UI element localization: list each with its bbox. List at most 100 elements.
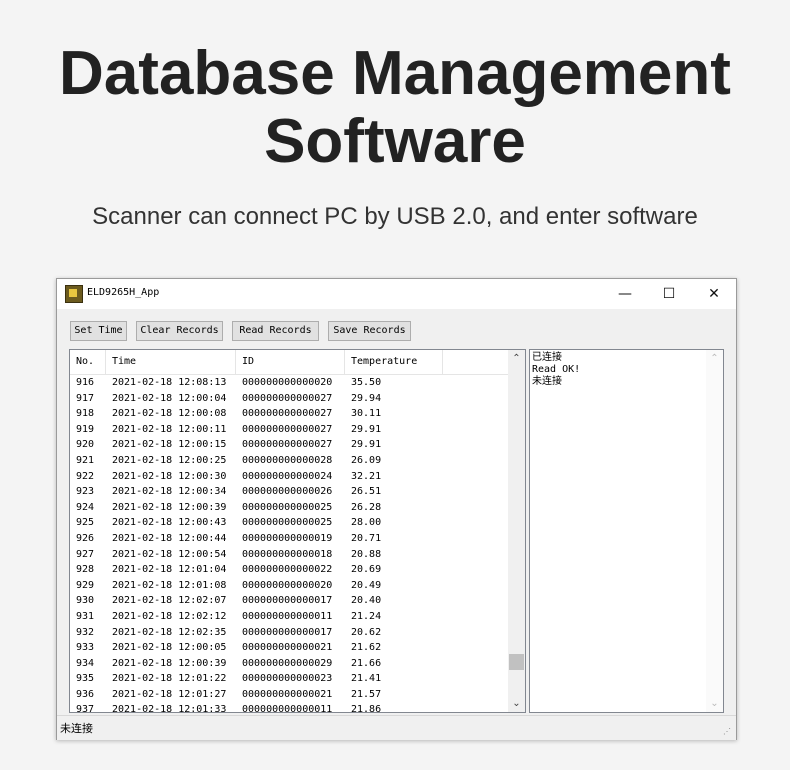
table-row[interactable]: 920 2021-02-18 12:00:15 000000000000027 29.… [70,437,508,453]
table-row[interactable]: 926 2021-02-18 12:00:44 000000000000019 20.… [70,531,508,547]
cell-temperature: 28.00 [351,517,382,529]
cell-temperature: 20.40 [351,595,382,607]
cell-id: 000000000000028 [242,454,333,466]
cell-id: 000000000000023 [242,673,333,685]
records-list[interactable]: No. Time ID Temperature 916 2021-02-18 12… [69,349,526,713]
log-scrollbar[interactable]: ⌃ ⌄ [706,350,723,712]
log-scroll-up-icon[interactable]: ⌃ [706,350,723,367]
table-row[interactable]: 928 2021-02-18 12:01:04 000000000000022 20.… [70,562,508,578]
cell-temperature: 29.94 [351,392,382,404]
cell-id: 000000000000027 [242,423,333,435]
app-window: ELD9265H_App — ☐ ✕ Set Time Clear Record… [56,278,737,740]
cell-no: 922 [76,470,95,482]
column-header-id[interactable]: ID [236,350,345,374]
cell-time: 2021-02-18 12:00:44 [112,532,227,544]
cell-id: 000000000000011 [242,610,333,622]
cell-temperature: 35.50 [351,377,382,388]
cell-no: 916 [76,377,95,388]
table-row[interactable]: 919 2021-02-18 12:00:11 000000000000027 29.… [70,422,508,438]
table-row[interactable]: 916 2021-02-18 12:08:13 000000000000020 35.… [70,375,508,391]
column-header-no[interactable]: No. [70,350,106,374]
cell-no: 917 [76,392,95,404]
table-row[interactable]: 934 2021-02-18 12:00:39 000000000000029 21.… [70,656,508,672]
title-bar[interactable]: ELD9265H_App — ☐ ✕ [57,279,736,309]
cell-no: 933 [76,642,95,654]
cell-no: 920 [76,439,95,451]
column-header-temperature[interactable]: Temperature [345,350,443,374]
cell-temperature: 29.91 [351,439,382,451]
log-lines: 已连接 Read OK! 未连接 [530,350,723,388]
cell-id: 000000000000024 [242,470,333,482]
table-row[interactable]: 924 2021-02-18 12:00:39 000000000000025 26.… [70,500,508,516]
cell-no: 928 [76,564,95,576]
headline-line-2: Software [264,107,526,176]
cell-id: 000000000000029 [242,657,333,669]
scroll-thumb[interactable] [509,654,524,670]
cell-time: 2021-02-18 12:01:22 [112,673,227,685]
cell-temperature: 30.11 [351,408,382,420]
log-scroll-down-icon[interactable]: ⌄ [706,695,723,712]
list-scrollbar[interactable]: ⌃ ⌄ [508,350,525,712]
table-row[interactable]: 933 2021-02-18 12:00:05 000000000000021 21.… [70,640,508,656]
list-header: No. Time ID Temperature [70,350,508,375]
cell-time: 2021-02-18 12:00:39 [112,501,227,513]
table-row[interactable]: 937 2021-02-18 12:01:33 000000000000011 21.… [70,702,508,713]
scroll-down-icon[interactable]: ⌄ [508,695,525,712]
cell-no: 935 [76,673,95,685]
log-box[interactable]: 已连接 Read OK! 未连接 ⌃ ⌄ [529,349,724,713]
cell-temperature: 20.49 [351,579,382,591]
cell-time: 2021-02-18 12:00:08 [112,408,227,420]
save-records-button[interactable]: Save Records [328,321,411,341]
cell-no: 927 [76,548,95,560]
cell-id: 000000000000011 [242,704,333,713]
log-line: 已连接 [532,352,562,363]
table-row[interactable]: 929 2021-02-18 12:01:08 000000000000020 20.… [70,578,508,594]
cell-no: 925 [76,517,95,529]
cell-time: 2021-02-18 12:01:08 [112,579,227,591]
read-records-button[interactable]: Read Records [232,321,319,341]
cell-temperature: 21.24 [351,610,382,622]
cell-time: 2021-02-18 12:02:35 [112,626,227,638]
cell-temperature: 20.71 [351,532,382,544]
cell-temperature: 20.62 [351,626,382,638]
table-row[interactable]: 921 2021-02-18 12:00:25 000000000000028 26.… [70,453,508,469]
cell-no: 921 [76,454,95,466]
table-row[interactable]: 927 2021-02-18 12:00:54 000000000000018 20.… [70,547,508,563]
cell-id: 000000000000020 [242,377,333,388]
cell-no: 932 [76,626,95,638]
status-bar: 未连接 ⋰ [57,715,736,740]
minimize-button[interactable]: — [603,279,647,309]
close-button[interactable]: ✕ [692,279,736,309]
window-title: ELD9265H_App [87,287,160,298]
list-rows: 916 2021-02-18 12:08:13 000000000000020 35.… [70,375,508,713]
cell-temperature: 26.28 [351,501,382,513]
cell-id: 000000000000025 [242,517,333,529]
cell-time: 2021-02-18 12:08:13 [112,377,227,388]
table-row[interactable]: 932 2021-02-18 12:02:35 000000000000017 20.… [70,625,508,641]
maximize-button[interactable]: ☐ [647,279,691,309]
scroll-up-icon[interactable]: ⌃ [508,350,525,367]
table-row[interactable]: 917 2021-02-18 12:00:04 000000000000027 29.… [70,391,508,407]
table-row[interactable]: 923 2021-02-18 12:00:34 000000000000026 26.… [70,484,508,500]
table-row[interactable]: 935 2021-02-18 12:01:22 000000000000023 21.… [70,671,508,687]
table-row[interactable]: 918 2021-02-18 12:00:08 000000000000027 30.… [70,406,508,422]
column-header-time[interactable]: Time [106,350,236,374]
table-row[interactable]: 925 2021-02-18 12:00:43 000000000000025 28.… [70,515,508,531]
cell-id: 000000000000026 [242,486,333,498]
cell-time: 2021-02-18 12:00:05 [112,642,227,654]
cell-time: 2021-02-18 12:00:54 [112,548,227,560]
table-row[interactable]: 936 2021-02-18 12:01:27 000000000000021 21.… [70,687,508,703]
subtitle: Scanner can connect PC by USB 2.0, and e… [92,203,698,230]
table-row[interactable]: 922 2021-02-18 12:00:30 000000000000024 32.… [70,469,508,485]
log-line: 未连接 [532,376,562,387]
resize-grip-icon[interactable]: ⋰ [723,727,733,737]
table-row[interactable]: 931 2021-02-18 12:02:12 000000000000011 21.… [70,609,508,625]
cell-id: 000000000000021 [242,688,333,700]
set-time-button[interactable]: Set Time [70,321,127,341]
table-row[interactable]: 930 2021-02-18 12:02:07 000000000000017 20.… [70,593,508,609]
clear-records-button[interactable]: Clear Records [136,321,223,341]
cell-no: 924 [76,501,95,513]
cell-temperature: 26.09 [351,454,382,466]
cell-temperature: 26.51 [351,486,382,498]
cell-id: 000000000000018 [242,548,333,560]
